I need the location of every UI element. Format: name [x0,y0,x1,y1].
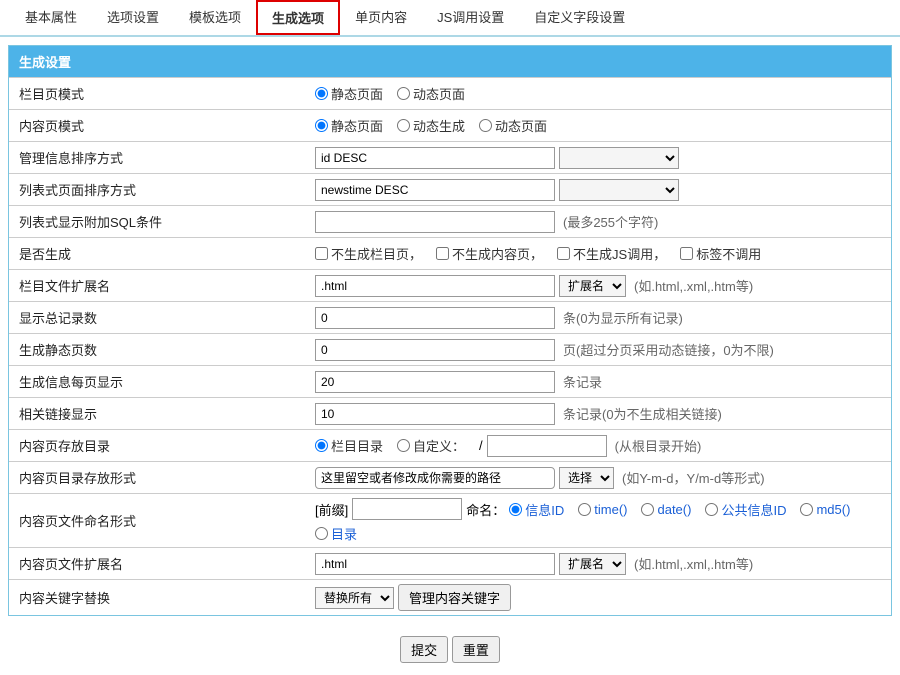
radio-name-pubid[interactable] [705,503,718,516]
panel-title: 生成设置 [9,46,891,77]
input-static-pages[interactable] [315,339,555,361]
select-dir-form[interactable]: 选择 [559,467,614,489]
input-file-ext[interactable] [315,553,555,575]
chk-no-js[interactable] [557,247,570,260]
label-admin-sort: 管理信息排序方式 [9,142,309,173]
input-column-ext[interactable] [315,275,555,297]
input-list-sql[interactable] [315,211,555,233]
label-per-page: 生成信息每页显示 [9,366,309,397]
input-admin-sort[interactable] [315,147,555,169]
label-related: 相关链接显示 [9,398,309,429]
hint-dir-form: (如Y-m-d，Y/m-d等形式) [622,468,765,487]
select-file-ext[interactable]: 扩展名 [559,553,626,575]
tab-bar: 基本属性 选项设置 模板选项 生成选项 单页内容 JS调用设置 自定义字段设置 [0,0,900,37]
naming-label: 命名： [466,500,505,519]
submit-button[interactable]: 提交 [400,636,448,663]
radio-dir-column[interactable] [315,439,328,452]
radio-content-static[interactable] [315,119,328,132]
radio-dir-custom[interactable] [397,439,410,452]
tab-template[interactable]: 模板选项 [174,0,256,35]
label-list-sort: 列表式页面排序方式 [9,174,309,205]
chk-no-content[interactable] [436,247,449,260]
tab-basic[interactable]: 基本属性 [10,0,92,35]
radio-content-dyngen[interactable] [397,119,410,132]
label-content-dir: 内容页存放目录 [9,430,309,461]
radio-column-dynamic[interactable] [397,87,410,100]
select-column-ext[interactable]: 扩展名 [559,275,626,297]
input-list-sort[interactable] [315,179,555,201]
hint-per-page: 条记录 [563,372,602,391]
input-naming-prefix[interactable] [352,498,462,520]
tab-generate[interactable]: 生成选项 [256,0,340,35]
select-list-sort[interactable] [559,179,679,201]
label-static-pages: 生成静态页数 [9,334,309,365]
footer-buttons: 提交 重置 [0,624,900,675]
label-list-sql: 列表式显示附加SQL条件 [9,206,309,237]
select-keyword[interactable]: 替换所有 [315,587,394,609]
input-total-records[interactable] [315,307,555,329]
label-file-ext: 内容页文件扩展名 [9,548,309,579]
label-column-page-mode: 栏目页模式 [9,78,309,109]
hint-related: 条记录(0为不生成相关链接) [563,404,722,423]
radio-name-dir[interactable] [315,527,328,540]
naming-prefix: [前缀] [315,500,348,519]
tab-single-page[interactable]: 单页内容 [340,0,422,35]
radio-name-id[interactable] [509,503,522,516]
reset-button[interactable]: 重置 [452,636,500,663]
tab-custom-fields[interactable]: 自定义字段设置 [519,0,640,35]
radio-name-md5[interactable] [800,503,813,516]
chk-no-column[interactable] [315,247,328,260]
radio-name-time[interactable] [578,503,591,516]
tab-js[interactable]: JS调用设置 [422,0,519,35]
radio-name-date[interactable] [641,503,654,516]
select-admin-sort[interactable] [559,147,679,169]
tab-options[interactable]: 选项设置 [92,0,174,35]
chk-no-tag[interactable] [680,247,693,260]
input-content-dir[interactable] [487,435,607,457]
hint-file-ext: (如.html,.xml,.htm等) [634,554,753,573]
label-content-page-mode: 内容页模式 [9,110,309,141]
input-related[interactable] [315,403,555,425]
radio-content-dynpage[interactable] [479,119,492,132]
input-per-page[interactable] [315,371,555,393]
label-file-naming: 内容页文件命名形式 [9,494,309,547]
label-column-ext: 栏目文件扩展名 [9,270,309,301]
dir-slash: / [479,438,483,453]
generate-settings-panel: 生成设置 栏目页模式 静态页面 动态页面 内容页模式 静态页面 动态生成 动态页… [8,45,892,616]
btn-manage-keywords[interactable]: 管理内容关键字 [398,584,511,611]
radio-column-static[interactable] [315,87,328,100]
label-dir-form: 内容页目录存放形式 [9,462,309,493]
label-total-records: 显示总记录数 [9,302,309,333]
input-dir-form[interactable] [315,467,555,489]
label-keyword: 内容关键字替换 [9,580,309,615]
hint-column-ext: (如.html,.xml,.htm等) [634,276,753,295]
label-is-generate: 是否生成 [9,238,309,269]
hint-content-dir: (从根目录开始) [615,436,702,455]
hint-static-pages: 页(超过分页采用动态链接，0为不限) [563,340,774,359]
hint-total-records: 条(0为显示所有记录) [563,308,683,327]
hint-list-sql: (最多255个字符) [563,212,658,231]
